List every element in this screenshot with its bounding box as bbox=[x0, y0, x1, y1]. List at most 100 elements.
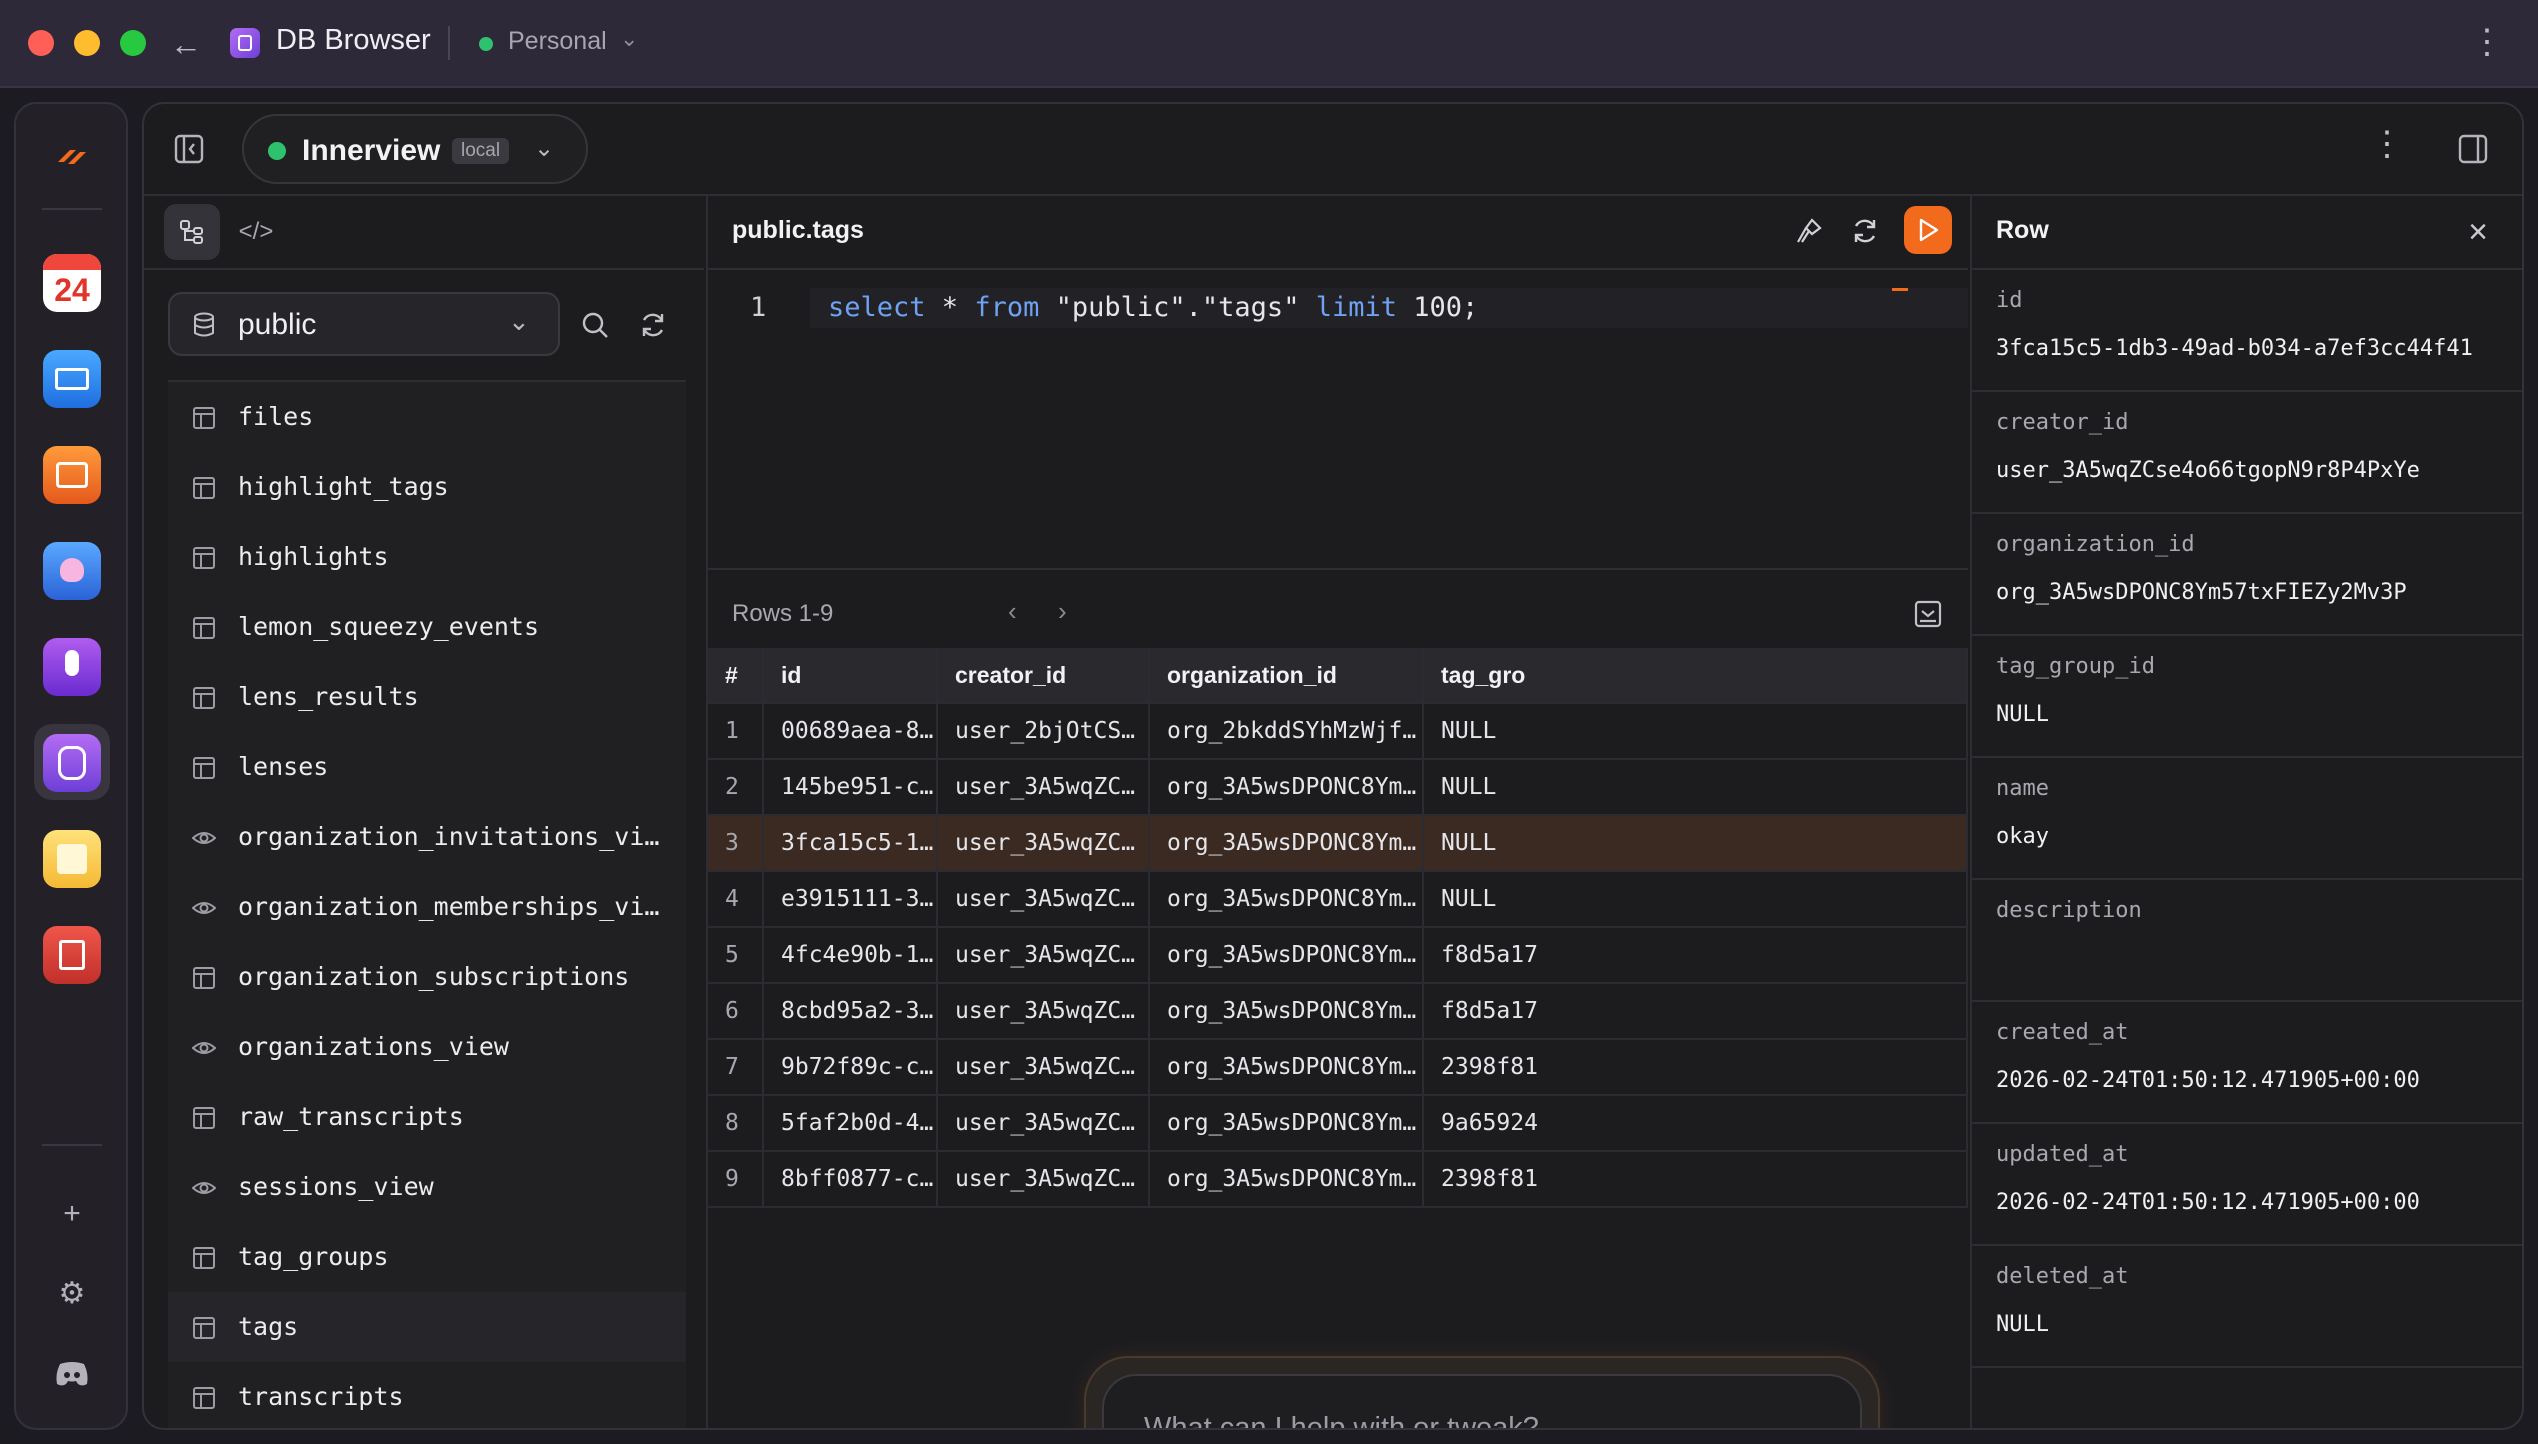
app-dock: 24 + ⚙ bbox=[14, 102, 128, 1430]
tab-tree-view[interactable] bbox=[164, 204, 220, 260]
field-value[interactable]: 2026-02-24T01:50:12.471905+00:00 bbox=[1996, 1190, 2420, 1215]
table-cell: 5 bbox=[708, 928, 764, 982]
chevron-left-icon[interactable]: ‹ bbox=[1008, 596, 1017, 627]
sidebar-item-lemon_squeezy_events[interactable]: lemon_squeezy_events bbox=[168, 592, 686, 662]
dock-divider bbox=[42, 208, 102, 210]
eye-icon bbox=[192, 902, 216, 914]
book-icon[interactable] bbox=[43, 926, 101, 984]
logo-icon[interactable] bbox=[54, 142, 90, 172]
more-vertical-icon[interactable]: ⋮ bbox=[2470, 22, 2504, 62]
chevron-down-icon[interactable]: ⌄ bbox=[620, 26, 638, 52]
table-row[interactable]: 54fc4e90b-1993-441…user_3A5wqZCse4o66tgo… bbox=[708, 928, 1968, 984]
refresh-icon[interactable] bbox=[638, 310, 668, 340]
connection-bar: Innerview local ⌄ ⋮ bbox=[144, 104, 2522, 196]
minimize-window-button[interactable] bbox=[74, 30, 100, 56]
table-row[interactable]: 2145be951-c28f-4cd…user_3A5wqZCse4o66tgo… bbox=[708, 760, 1968, 816]
table-name: organization_subscriptions bbox=[238, 962, 630, 991]
table-cell: 9b72f89c-c91b-45a… bbox=[764, 1040, 938, 1094]
table-name: lenses bbox=[238, 752, 329, 781]
table-list: files highlight_tags highlights lemon_squee… bbox=[168, 380, 686, 1428]
back-arrow-icon[interactable]: ← bbox=[168, 26, 204, 62]
sql-editor[interactable]: 1 select * from "public"."tags" limit 10… bbox=[708, 270, 1968, 570]
sidebar-item-lenses[interactable]: lenses bbox=[168, 732, 686, 802]
table-row[interactable]: 98bff0877-cc43-489…user_3A5wqZCse4o66tgo… bbox=[708, 1152, 1968, 1208]
search-icon[interactable] bbox=[580, 310, 610, 340]
table-name: tag_groups bbox=[238, 1242, 389, 1271]
row-panel-header: Row × bbox=[1972, 196, 2522, 270]
table-row[interactable]: 4e3915111-32f7-411…user_3A5wqZCse4o66tgo… bbox=[708, 872, 1968, 928]
column-header[interactable]: creator_id bbox=[938, 648, 1150, 702]
table-cell: NULL bbox=[1424, 704, 1968, 758]
field-value[interactable]: okay bbox=[1996, 824, 2049, 849]
field-value[interactable]: 2026-02-24T01:50:12.471905+00:00 bbox=[1996, 1068, 2420, 1093]
sidebar-item-tags[interactable]: tags bbox=[168, 1292, 686, 1362]
export-icon[interactable] bbox=[1914, 600, 1942, 628]
close-window-button[interactable] bbox=[28, 30, 54, 56]
column-header[interactable]: id bbox=[764, 648, 938, 702]
error-marker bbox=[1892, 288, 1908, 291]
mail-icon[interactable] bbox=[43, 350, 101, 408]
notes-icon[interactable] bbox=[43, 830, 101, 888]
table-cell: org_3A5wsDPONC8Ym57txFIEZy2Mv… bbox=[1150, 1040, 1424, 1094]
field-label: deleted_at bbox=[1996, 1264, 2129, 1289]
table-row[interactable]: 85faf2b0d-4177-46a…user_3A5wqZCse4o66tgo… bbox=[708, 1096, 1968, 1152]
run-query-button[interactable] bbox=[1904, 206, 1952, 254]
format-brush-icon[interactable] bbox=[1794, 216, 1824, 246]
column-header[interactable]: organization_id bbox=[1150, 648, 1424, 702]
gear-icon[interactable]: ⚙ bbox=[54, 1276, 90, 1312]
sidebar-item-highlight_tags[interactable]: highlight_tags bbox=[168, 452, 686, 522]
lotus-icon[interactable] bbox=[43, 542, 101, 600]
database-icon[interactable] bbox=[43, 734, 101, 792]
right-panel-toggle-icon[interactable] bbox=[2458, 134, 2488, 164]
field-value[interactable]: user_3A5wqZCse4o66tgopN9r8P4PxYe bbox=[1996, 458, 2420, 483]
sidebar-toggle-icon[interactable] bbox=[174, 134, 204, 164]
field-creator-id: creator_id user_3A5wqZCse4o66tgopN9r8P4Px… bbox=[1972, 392, 2522, 514]
sidebar-item-tag_groups[interactable]: tag_groups bbox=[168, 1222, 686, 1292]
play-icon bbox=[1919, 218, 1939, 242]
column-header[interactable]: tag_gro bbox=[1424, 648, 1968, 702]
profile-selector[interactable]: Personal bbox=[508, 27, 607, 56]
schema-selector[interactable]: public ⌄ bbox=[168, 292, 560, 356]
table-row[interactable]: 33fca15c5-1db3-49a…user_3A5wqZCse4o66tgo… bbox=[708, 816, 1968, 872]
table-row[interactable]: 79b72f89c-c91b-45a…user_3A5wqZCse4o66tgo… bbox=[708, 1040, 1968, 1096]
tab-code-view[interactable]: </> bbox=[228, 204, 284, 260]
table-icon bbox=[193, 687, 215, 709]
table-cell: e3915111-32f7-411… bbox=[764, 872, 938, 926]
assistant-input[interactable]: What can I help with or tweak? bbox=[1102, 1374, 1862, 1428]
sidebar-item-lens_results[interactable]: lens_results bbox=[168, 662, 686, 732]
sidebar-item-organization_invitations_vi[interactable]: organization_invitations_vi… bbox=[168, 802, 686, 872]
connection-selector[interactable]: Innerview local ⌄ bbox=[242, 114, 588, 184]
zoom-window-button[interactable] bbox=[120, 30, 146, 56]
sql-text: * bbox=[925, 292, 975, 323]
sidebar-item-raw_transcripts[interactable]: raw_transcripts bbox=[168, 1082, 686, 1152]
sidebar-item-organization_memberships_vi[interactable]: organization_memberships_vi… bbox=[168, 872, 686, 942]
sidebar-item-files[interactable]: files bbox=[168, 382, 686, 452]
sidebar-item-highlights[interactable]: highlights bbox=[168, 522, 686, 592]
field-deleted-at: deleted_at NULL bbox=[1972, 1246, 2522, 1368]
table-row[interactable]: 100689aea-835d-4f3…user_2bjOtCSrTXRqp2DB… bbox=[708, 704, 1968, 760]
table-cell: 145be951-c28f-4cd… bbox=[764, 760, 938, 814]
sidebar-item-organization_subscriptions[interactable]: organization_subscriptions bbox=[168, 942, 686, 1012]
sql-query[interactable]: select * from "public"."tags" limit 100; bbox=[828, 292, 1478, 323]
field-value[interactable]: 3fca15c5-1db3-49ad-b034-a7ef3cc44f41 bbox=[1996, 336, 2473, 361]
field-label: created_at bbox=[1996, 1020, 2129, 1045]
column-header[interactable]: # bbox=[708, 648, 764, 702]
table-cell: org_3A5wsDPONC8Ym57txFIEZy2Mv… bbox=[1150, 1152, 1424, 1206]
editor-title: public.tags bbox=[732, 216, 864, 244]
field-value[interactable]: org_3A5wsDPONC8Ym57txFIEZy2Mv3P bbox=[1996, 580, 2407, 605]
field-value[interactable]: NULL bbox=[1996, 1312, 2049, 1337]
discord-icon[interactable] bbox=[54, 1360, 90, 1388]
field-value[interactable]: NULL bbox=[1996, 702, 2049, 727]
sidebar-item-sessions_view[interactable]: sessions_view bbox=[168, 1152, 686, 1222]
refresh-icon[interactable] bbox=[1850, 216, 1880, 246]
calendar-icon[interactable]: 24 bbox=[43, 254, 101, 312]
sidebar-item-organizations_view[interactable]: organizations_view bbox=[168, 1012, 686, 1082]
chevron-right-icon[interactable]: › bbox=[1058, 596, 1067, 627]
microphone-icon[interactable] bbox=[43, 638, 101, 696]
close-icon[interactable]: × bbox=[2456, 210, 2500, 254]
sidebar-item-transcripts[interactable]: transcripts bbox=[168, 1362, 686, 1428]
files-icon[interactable] bbox=[43, 446, 101, 504]
table-row[interactable]: 68cbd95a2-3455-448…user_3A5wqZCse4o66tgo… bbox=[708, 984, 1968, 1040]
more-vertical-icon[interactable]: ⋮ bbox=[2370, 124, 2404, 164]
plus-icon[interactable]: + bbox=[54, 1196, 90, 1232]
